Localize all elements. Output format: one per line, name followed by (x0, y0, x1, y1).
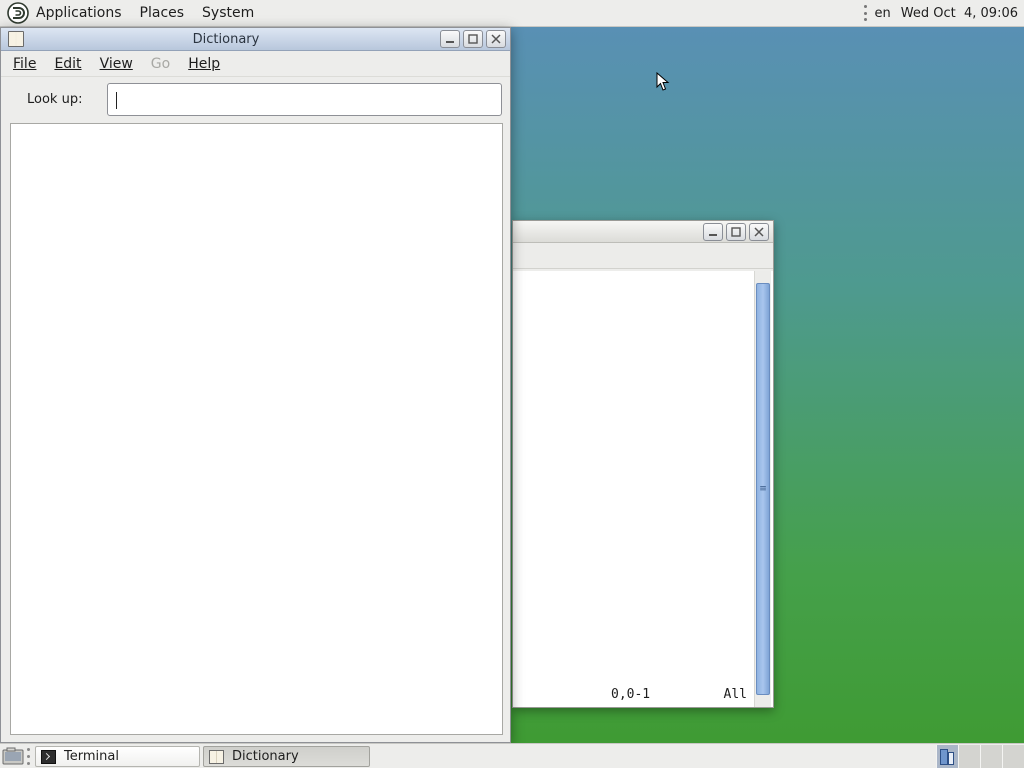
bottom-panel: Terminal Dictionary (0, 743, 1024, 768)
menu-edit[interactable]: Edit (45, 56, 90, 72)
menu-file-label: File (13, 55, 37, 72)
terminal-menubar (513, 243, 773, 269)
menu-go: Go (142, 56, 179, 72)
cursor-position-text: 0,0-1 (611, 687, 651, 702)
dictionary-window[interactable]: Dictionary File Edit View Go Help Look u… (0, 27, 511, 743)
places-menu-label: Places (139, 5, 185, 21)
menu-view-label: View (99, 55, 133, 72)
clock[interactable]: Wed Oct 4, 09:06 (901, 6, 1018, 21)
taskbar-terminal-label: Terminal (64, 749, 119, 764)
workspace-switcher (936, 745, 1024, 768)
system-menu[interactable]: System (193, 0, 263, 26)
panel-handle-icon[interactable] (863, 5, 868, 21)
applications-menu[interactable]: Applications (7, 0, 131, 26)
menu-view[interactable]: View (91, 56, 142, 72)
taskbar-dictionary-button[interactable]: Dictionary (203, 746, 370, 767)
workspace-1[interactable] (936, 745, 958, 768)
workspace-4[interactable] (1002, 745, 1024, 768)
menu-help[interactable]: Help (179, 56, 229, 72)
lookup-label: Look up: (27, 92, 83, 107)
workspace-2[interactable] (958, 745, 980, 768)
workspace-window-thumbnail (940, 749, 948, 765)
lookup-row: Look up: (1, 77, 510, 121)
window-title: Dictionary (192, 31, 260, 47)
terminal-titlebar[interactable] (513, 221, 773, 243)
maximize-button[interactable] (726, 222, 746, 241)
workspace-window-thumbnail (948, 752, 954, 765)
minimize-icon (446, 41, 454, 43)
menu-help-label: Help (188, 55, 221, 72)
scroll-scope-text: All (723, 687, 747, 702)
terminal-icon (41, 749, 56, 764)
keyboard-layout-indicator[interactable]: en (875, 6, 891, 21)
minimize-button[interactable] (440, 30, 460, 48)
dictionary-icon (209, 749, 224, 764)
workspace-3[interactable] (980, 745, 1002, 768)
applications-menu-label: Applications (36, 5, 122, 21)
scrollbar-thumb[interactable]: ≡ (756, 283, 770, 695)
terminal-text-area[interactable]: ≡ 0,0-1 All (513, 271, 773, 707)
editor-status-line: 0,0-1 All (513, 687, 751, 703)
places-menu[interactable]: Places (131, 0, 194, 26)
text-caret (116, 92, 117, 109)
top-panel-tray: en Wed Oct 4, 09:06 (863, 0, 1024, 26)
close-icon (754, 226, 764, 237)
menu-file[interactable]: File (4, 56, 45, 72)
terminal-window[interactable]: ≡ 0,0-1 All (512, 220, 774, 708)
dictionary-titlebar[interactable]: Dictionary (1, 28, 510, 51)
close-button[interactable] (486, 30, 506, 48)
maximize-button[interactable] (463, 30, 483, 48)
close-icon (491, 34, 501, 44)
definition-pane[interactable] (10, 123, 503, 735)
mouse-pointer-icon (656, 72, 670, 91)
taskbar-dictionary-label: Dictionary (232, 749, 299, 764)
minimize-button[interactable] (703, 222, 723, 241)
top-panel: Applications Places System en Wed Oct 4,… (0, 0, 1024, 27)
top-menu: Applications Places System (0, 0, 263, 26)
close-button[interactable] (749, 222, 769, 241)
maximize-icon (468, 34, 478, 44)
taskbar-terminal-button[interactable]: Terminal (35, 746, 200, 767)
dictionary-menubar: File Edit View Go Help (1, 51, 510, 77)
menu-go-label: Go (150, 55, 171, 72)
maximize-icon (731, 226, 741, 237)
menu-edit-label: Edit (54, 55, 82, 72)
terminal-window-controls (703, 222, 773, 241)
system-menu-label: System (202, 5, 255, 21)
lookup-input[interactable] (107, 83, 502, 116)
minimize-icon (709, 233, 717, 236)
show-desktop-icon[interactable] (2, 747, 24, 766)
distro-logo-icon (7, 2, 29, 24)
panel-grip-icon[interactable] (27, 748, 32, 765)
terminal-scrollbar[interactable]: ≡ (754, 271, 771, 707)
dictionary-window-controls (440, 30, 510, 48)
